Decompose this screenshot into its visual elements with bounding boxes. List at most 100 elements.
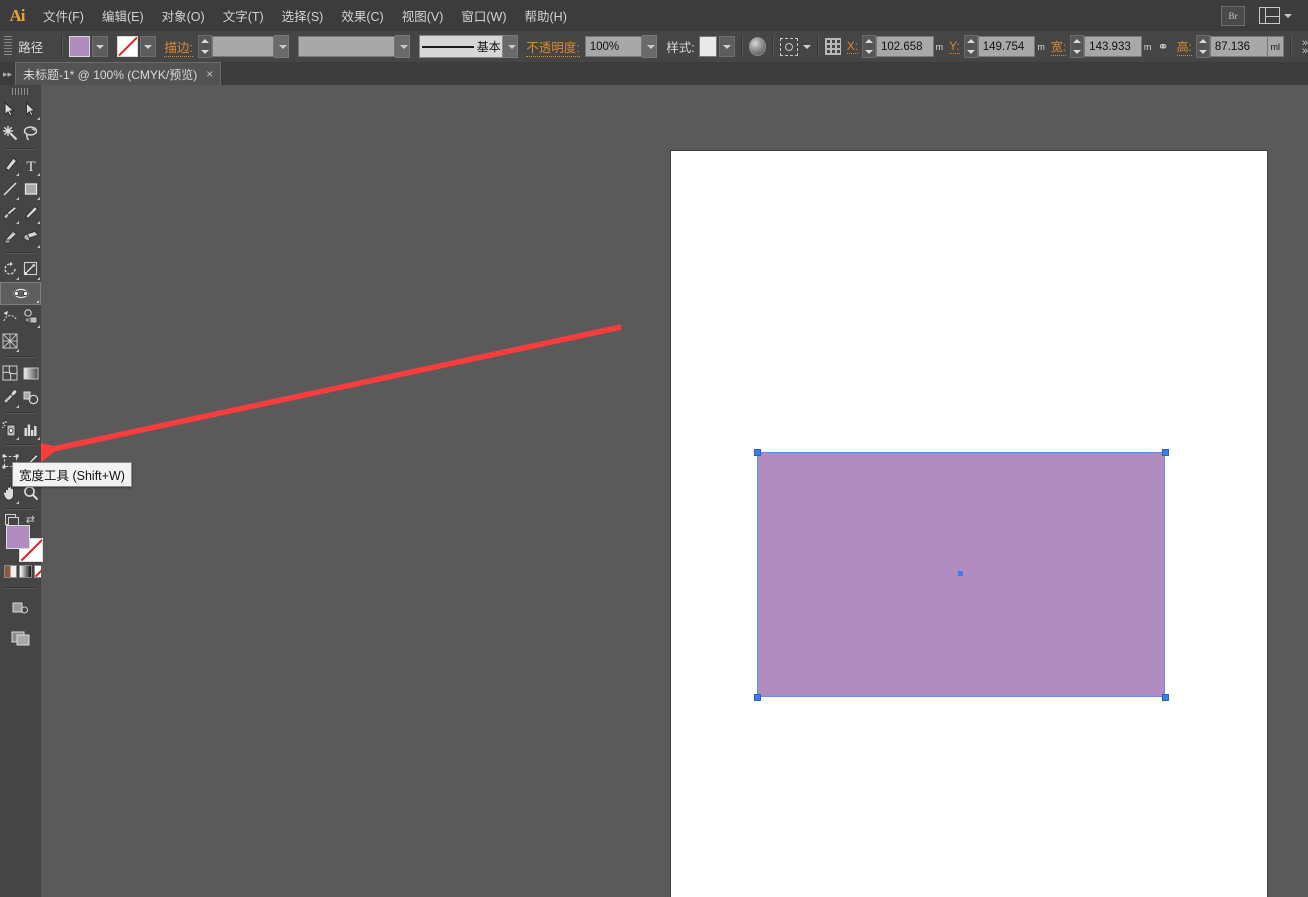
tools-panel-grip[interactable]: [0, 85, 41, 97]
handle-bottom-left[interactable]: [754, 694, 761, 701]
fill-color-control[interactable]: [69, 36, 108, 57]
stroke-swatch-none[interactable]: [117, 36, 138, 57]
align-chevron-down-icon[interactable]: [803, 45, 811, 49]
mesh-tool[interactable]: [0, 361, 21, 385]
menu-file[interactable]: 文件(F): [34, 0, 93, 31]
flyout-indicator-icon[interactable]: [16, 437, 19, 440]
flyout-indicator-icon[interactable]: [16, 221, 19, 224]
flyout-indicator-icon[interactable]: [36, 300, 39, 303]
default-fill-stroke-button[interactable]: ⇄: [3, 513, 41, 525]
graphic-style-control[interactable]: [699, 36, 735, 57]
fill-swatch[interactable]: [69, 36, 90, 57]
flyout-indicator-icon[interactable]: [16, 349, 19, 352]
eraser-tool[interactable]: [21, 225, 42, 249]
stroke-dropdown-button[interactable]: [140, 36, 156, 57]
opacity-field[interactable]: 100%: [585, 36, 643, 57]
blend-tool[interactable]: [21, 385, 42, 409]
screen-mode-button[interactable]: [0, 626, 41, 650]
opacity-label[interactable]: 不透明度:: [526, 37, 579, 57]
drawing-mode-button[interactable]: [0, 596, 41, 620]
toolbar-fill-swatch[interactable]: [6, 525, 30, 549]
constrain-proportions-icon[interactable]: ⚭: [1156, 39, 1171, 55]
menu-help[interactable]: 帮助(H): [516, 0, 576, 31]
magic-wand-tool[interactable]: [0, 121, 21, 145]
line-segment-tool[interactable]: [0, 177, 21, 201]
close-icon[interactable]: ×: [206, 67, 213, 81]
shape-builder-tool[interactable]: [21, 305, 42, 329]
align-icon[interactable]: [780, 38, 798, 56]
stroke-profile-dropdown[interactable]: [503, 35, 518, 58]
flyout-indicator-icon[interactable]: [37, 245, 40, 248]
flyout-indicator-icon[interactable]: [37, 221, 40, 224]
pencil-tool[interactable]: [21, 201, 42, 225]
control-bar-grip[interactable]: [4, 36, 12, 57]
flyout-indicator-icon[interactable]: [37, 197, 40, 200]
document-tab[interactable]: 未标题-1* @ 100% (CMYK/预览) ×: [15, 62, 221, 85]
width-spinner[interactable]: [1070, 35, 1084, 58]
gradient-tool[interactable]: [21, 361, 42, 385]
perspective-grid-tool[interactable]: [0, 329, 21, 353]
flyout-indicator-icon[interactable]: [37, 117, 40, 120]
handle-top-right[interactable]: [1162, 449, 1169, 456]
flyout-indicator-icon[interactable]: [16, 197, 19, 200]
canvas-area[interactable]: [41, 85, 1308, 897]
menu-window[interactable]: 窗口(W): [452, 0, 515, 31]
menu-edit[interactable]: 编辑(E): [93, 0, 153, 31]
arrange-documents-button[interactable]: [1259, 7, 1292, 24]
menu-select[interactable]: 选择(S): [273, 0, 333, 31]
stroke-style-dropdown[interactable]: [395, 35, 410, 58]
graphic-style-swatch[interactable]: [699, 36, 717, 57]
handle-bottom-right[interactable]: [1162, 694, 1169, 701]
color-mode-icon[interactable]: [4, 565, 17, 578]
opacity-dropdown[interactable]: [642, 35, 657, 58]
flyout-indicator-icon[interactable]: [37, 325, 40, 328]
type-tool[interactable]: T: [21, 153, 42, 177]
x-spinner[interactable]: [862, 35, 876, 58]
stroke-weight-field[interactable]: [212, 36, 274, 57]
flyout-indicator-icon[interactable]: [16, 405, 19, 408]
flyout-indicator-icon[interactable]: [37, 277, 40, 280]
paintbrush-tool[interactable]: [0, 201, 21, 225]
stroke-weight-spinner[interactable]: [198, 35, 212, 58]
flyout-indicator-icon[interactable]: [16, 173, 19, 176]
symbol-sprayer-tool[interactable]: [0, 417, 21, 441]
height-field[interactable]: 87.136: [1210, 36, 1268, 57]
menu-view[interactable]: 视图(V): [393, 0, 453, 31]
column-graph-tool[interactable]: [21, 417, 42, 441]
height-spinner[interactable]: [1196, 35, 1210, 58]
flyout-indicator-icon[interactable]: [16, 277, 19, 280]
lasso-tool[interactable]: [21, 121, 42, 145]
bridge-button[interactable]: Br: [1221, 6, 1245, 26]
tab-bar-grip[interactable]: ▸▸: [2, 63, 13, 85]
handle-top-left[interactable]: [754, 449, 761, 456]
fill-dropdown-button[interactable]: [92, 36, 108, 57]
menu-effect[interactable]: 效果(C): [332, 0, 392, 31]
free-transform-tool[interactable]: [0, 305, 21, 329]
rectangle-tool[interactable]: [21, 177, 42, 201]
blob-brush-tool[interactable]: [0, 225, 21, 249]
graphic-style-dropdown[interactable]: [719, 36, 735, 57]
x-field[interactable]: 102.658: [876, 36, 934, 57]
stroke-color-control[interactable]: [117, 36, 156, 57]
stroke-weight-label[interactable]: 描边:: [164, 37, 192, 57]
control-bar-overflow-icon[interactable]: »»: [1302, 39, 1308, 55]
eyedropper-tool[interactable]: [0, 385, 21, 409]
direct-selection-tool[interactable]: [21, 97, 42, 121]
transform-panel-icon[interactable]: [825, 38, 841, 55]
y-field[interactable]: 149.754: [978, 36, 1036, 57]
menu-object[interactable]: 对象(O): [153, 0, 214, 31]
stroke-style-field[interactable]: [298, 36, 395, 57]
pen-tool[interactable]: [0, 153, 21, 177]
y-spinner[interactable]: [964, 35, 978, 58]
flyout-indicator-icon[interactable]: [16, 501, 19, 504]
menu-type[interactable]: 文字(T): [214, 0, 273, 31]
flyout-indicator-icon[interactable]: [37, 437, 40, 440]
flyout-indicator-icon[interactable]: [37, 173, 40, 176]
width-field[interactable]: 143.933: [1084, 36, 1142, 57]
recolor-artwork-icon[interactable]: [749, 37, 767, 56]
gradient-mode-icon[interactable]: [19, 565, 32, 578]
rotate-tool[interactable]: [0, 257, 21, 281]
stroke-weight-dropdown[interactable]: [274, 35, 289, 58]
selection-tool[interactable]: [0, 97, 21, 121]
scale-tool[interactable]: [21, 257, 42, 281]
